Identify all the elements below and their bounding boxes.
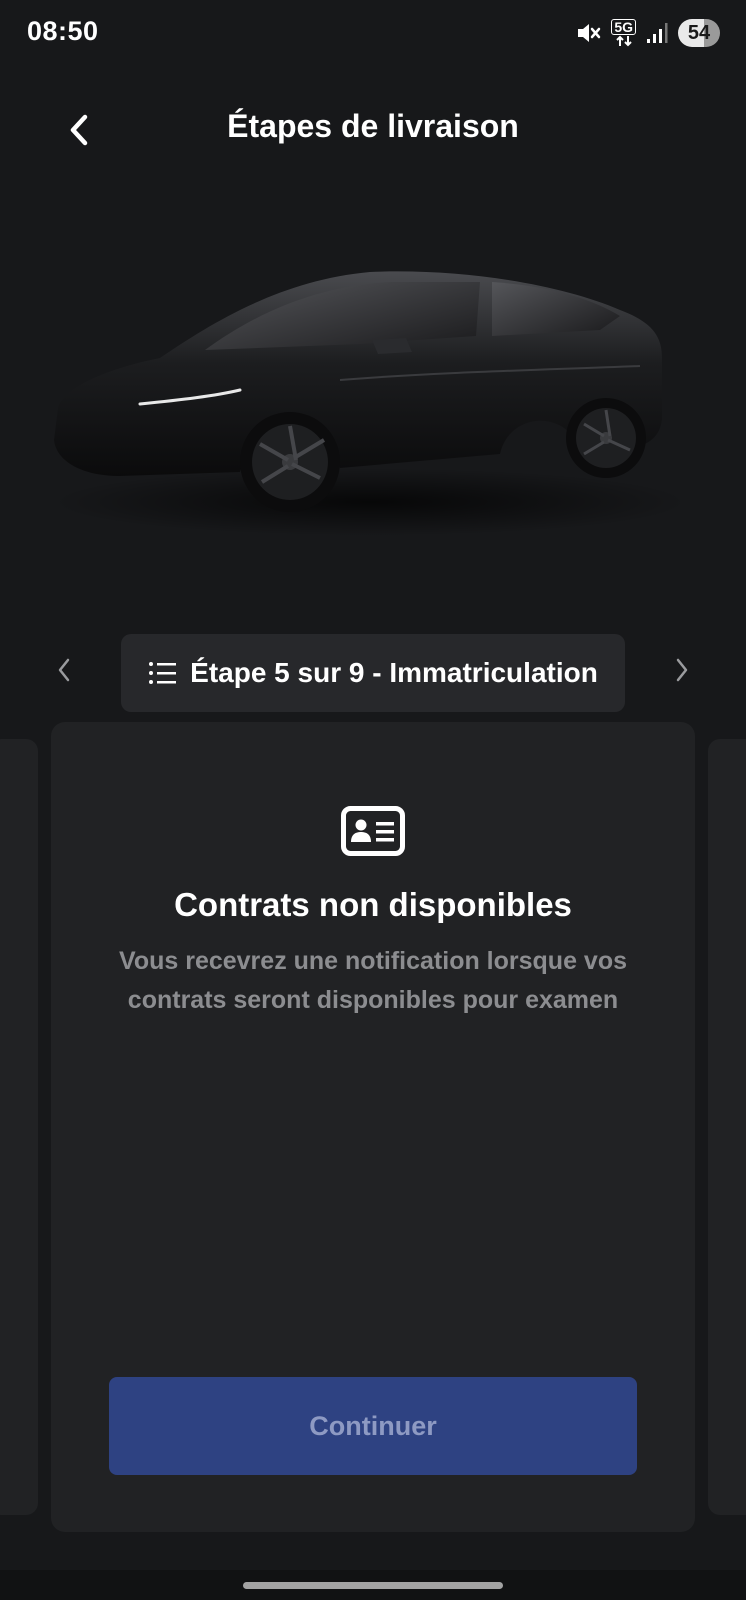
list-icon bbox=[149, 662, 177, 684]
continue-button[interactable]: Continuer bbox=[109, 1377, 637, 1475]
step-label: Étape 5 sur 9 - Immatriculation bbox=[190, 657, 598, 688]
step-selector[interactable]: Étape 5 sur 9 - Immatriculation bbox=[121, 634, 625, 712]
battery-icon: 54 bbox=[678, 19, 720, 47]
previous-step-button[interactable] bbox=[44, 650, 84, 690]
status-time: 08:50 bbox=[27, 16, 99, 46]
header: Étapes de livraison bbox=[0, 100, 746, 162]
5g-icon: 5G bbox=[611, 19, 636, 47]
status-bar: 08:50 5G 54 bbox=[0, 0, 746, 66]
page-title: Étapes de livraison bbox=[227, 108, 519, 144]
vehicle-image bbox=[40, 240, 690, 560]
home-indicator[interactable] bbox=[243, 1582, 503, 1589]
chevron-right-icon bbox=[676, 658, 688, 682]
previous-step-card[interactable] bbox=[0, 739, 38, 1515]
card-description: Vous recevrez une notification lorsque v… bbox=[119, 947, 627, 1014]
mute-icon bbox=[575, 20, 601, 46]
signal-icon bbox=[646, 22, 668, 44]
chevron-left-icon bbox=[58, 658, 70, 682]
step-card: Contrats non disponibles Vous recevrez u… bbox=[51, 722, 695, 1532]
card-title: Contrats non disponibles bbox=[174, 886, 572, 923]
next-step-card[interactable] bbox=[708, 739, 746, 1515]
step-navigation: Étape 5 sur 9 - Immatriculation bbox=[0, 634, 746, 714]
id-card-icon bbox=[341, 806, 405, 856]
status-icons: 5G 54 bbox=[575, 18, 720, 48]
next-step-button[interactable] bbox=[662, 650, 702, 690]
